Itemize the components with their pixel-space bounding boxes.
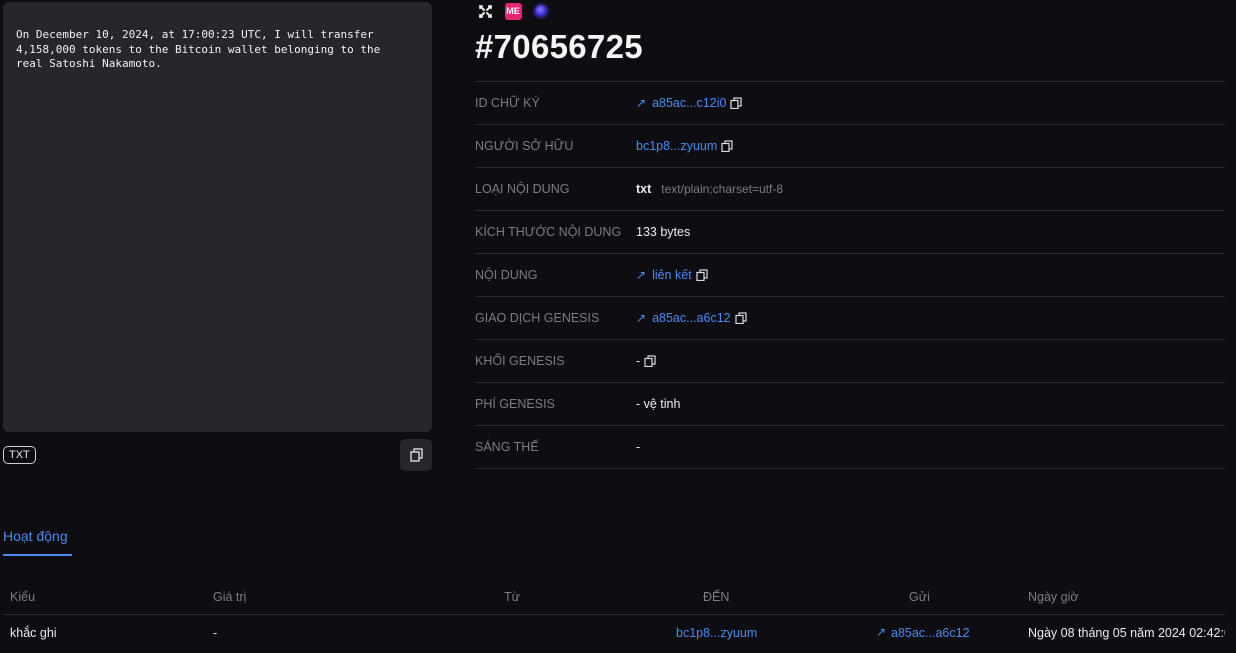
copy-icon[interactable] [696,269,708,281]
inscription-id-link[interactable]: a85ac...c12i0 [652,96,726,110]
copy-icon[interactable] [644,355,656,367]
marketplace-icons: ME [476,2,550,20]
column-header: Gửi [909,590,930,604]
row-to-link[interactable]: bc1p8...zyuum [676,626,757,640]
copy-icon[interactable] [735,312,747,324]
orb-icon[interactable] [532,2,550,20]
copy-icon[interactable] [730,97,743,109]
copy-content-button[interactable] [400,439,432,471]
content-type-short: txt [636,182,652,196]
content-link[interactable]: liên kết [652,268,692,282]
prop-row-content: NỘI DUNG ↗ liên kết [475,253,1225,296]
column-header: Giá trị [213,590,247,604]
content-preview: On December 10, 2024, at 17:00:23 UTC, I… [3,2,432,432]
row-value: - [213,626,218,640]
inscription-properties: ID CHỮ KÝ ↗ a85ac...c12i0 NGƯỜI SỞ HỮU b… [475,81,1225,469]
prop-row-genesis-fee: PHÍ GENESIS - vệ tinh [475,382,1225,425]
prop-label: ID CHỮ KÝ [475,96,540,110]
copy-icon [409,448,423,462]
external-link-icon: ↗ [636,268,647,282]
prop-row-creator: SÁNG THẾ - [475,425,1225,469]
prop-row-genesis-tx: GIAO DỊCH GENESIS ↗ a85ac...a6c12 [475,296,1225,339]
prop-label: SÁNG THẾ [475,440,539,454]
prop-row-size: KÍCH THƯỚC NỘI DUNG 133 bytes [475,210,1225,253]
prop-row-owner: NGƯỜI SỞ HỮU bc1p8...zyuum [475,124,1225,167]
copy-icon[interactable] [721,140,733,152]
prop-row-id: ID CHỮ KÝ ↗ a85ac...c12i0 [475,81,1225,124]
genesis-block-value: - [636,354,641,368]
row-type: khắc ghi [10,626,57,640]
column-header: Từ [504,590,521,604]
magic-eden-icon[interactable]: ME [504,2,522,20]
owner-link[interactable]: bc1p8...zyuum [636,139,717,153]
creator-value: - [636,440,641,454]
format-badge: TXT [3,446,36,464]
activity-table: Kiểu Giá trị Từ ĐẾN Gửi Ngày giờ [3,580,1225,615]
tab-underline [3,554,72,556]
prop-row-genesis-block: KHỐI GENESIS - [475,339,1225,382]
genesis-tx-link[interactable]: a85ac...a6c12 [652,311,731,325]
prop-label: KÍCH THƯỚC NỘI DUNG [475,225,622,239]
column-header: Kiểu [10,590,36,604]
prop-label: NỘI DUNG [475,268,538,282]
table-header: Kiểu Giá trị Từ ĐẾN Gửi Ngày giờ [3,580,1225,615]
prop-label: KHỐI GENESIS [475,354,565,368]
column-header: ĐẾN [703,590,730,604]
prop-label: PHÍ GENESIS [475,397,555,411]
prop-label: LOẠI NỘI DUNG [475,182,570,196]
content-type-mime: text/plain;charset=utf-8 [661,182,784,196]
column-header: Ngày giờ [1028,590,1079,604]
prop-label: GIAO DỊCH GENESIS [475,311,600,325]
external-link-icon: ↗ [876,625,887,639]
tab-activity[interactable]: Hoạt động [3,528,68,544]
prop-label: NGƯỜI SỞ HỮU [475,139,574,153]
row-datetime: Ngày 08 tháng 05 năm 2024 02:42:00 [1028,626,1225,640]
inscription-page: On December 10, 2024, at 17:00:23 UTC, I… [0,0,1236,653]
inscription-title: #70656725 [475,28,643,65]
row-send-link[interactable]: a85ac...a6c12 [891,626,970,640]
expand-icon[interactable] [476,2,494,20]
prop-row-content-type: LOẠI NỘI DUNG txt text/plain;charset=utf… [475,167,1225,210]
external-link-icon: ↗ [636,96,647,110]
table-row: khắc ghi - bc1p8...zyuum ↗ a85ac...a6c12… [3,615,1225,653]
content-size: 133 bytes [636,225,691,239]
preview-text: On December 10, 2024, at 17:00:23 UTC, I… [16,28,381,70]
genesis-fee-value: - vệ tinh [636,397,681,411]
external-link-icon: ↗ [636,311,647,325]
